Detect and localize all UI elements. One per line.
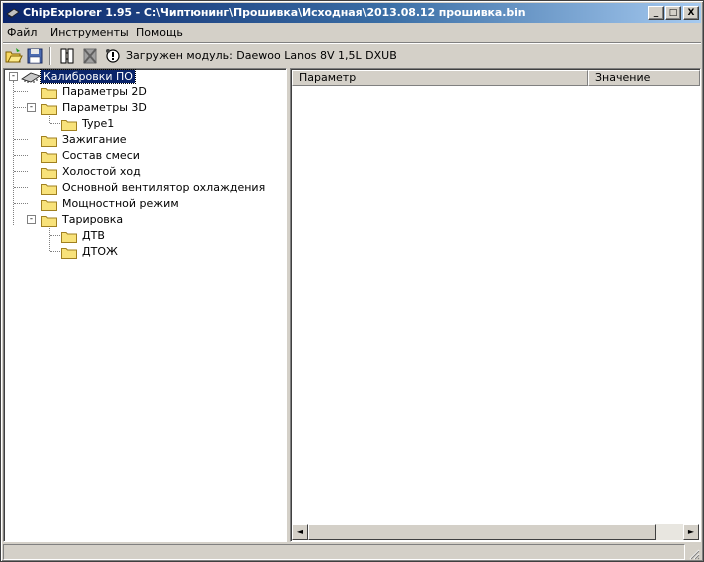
maximize-icon: □ (668, 8, 678, 18)
folder-icon (41, 200, 57, 211)
folder-icon (41, 168, 57, 179)
toolbar-separator (49, 47, 51, 65)
tree-label: Параметры 2D (62, 85, 147, 98)
minus-icon: - (28, 214, 35, 224)
chip-icon (21, 72, 41, 83)
chip-disabled-icon (83, 48, 97, 64)
folder-icon (41, 152, 57, 163)
module-status-text: Загружен модуль: Daewoo Lanos 8V 1,5L DX… (126, 49, 397, 62)
chip-disabled-button[interactable] (80, 46, 100, 66)
folder-icon (41, 216, 57, 227)
collapse-toggle[interactable]: - (27, 103, 36, 112)
tree-root-node[interactable]: - Калибровки ПО (4, 69, 284, 85)
info-icon (106, 49, 120, 63)
folder-icon (61, 248, 77, 259)
tree-label: Зажигание (62, 133, 127, 146)
horizontal-scrollbar[interactable]: ◄ ► (292, 524, 699, 540)
close-button[interactable]: X (683, 6, 699, 20)
collapse-toggle[interactable]: - (9, 72, 18, 81)
menu-help[interactable]: Помощь (136, 26, 183, 39)
title-bar[interactable]: ChipExplorer 1.95 - C:\Чиптюнинг\Прошивк… (3, 3, 701, 23)
tree-item[interactable]: ДТОЖ (4, 244, 284, 260)
minimize-button[interactable]: _ (648, 6, 664, 20)
menu-tools[interactable]: Инструменты (50, 26, 129, 39)
chip-app-icon (6, 8, 20, 21)
menu-bar: Файл Инструменты Помощь (3, 23, 701, 42)
folder-icon (41, 104, 57, 115)
save-button[interactable] (25, 46, 45, 66)
window-title: ChipExplorer 1.95 - C:\Чиптюнинг\Прошивк… (23, 6, 526, 19)
scroll-right-button[interactable]: ► (683, 524, 699, 540)
save-disk-icon (27, 48, 43, 64)
folder-icon (41, 88, 57, 99)
tree-label: Калибровки ПО (40, 69, 136, 84)
tree-label: Основной вентилятор охлаждения (62, 181, 266, 194)
close-icon: X (687, 8, 695, 18)
arrow-left-icon: ◄ (296, 527, 304, 536)
tree-item[interactable]: Параметры 2D (4, 84, 284, 100)
menu-file[interactable]: Файл (7, 26, 37, 39)
tree-item[interactable]: Состав смеси (4, 148, 284, 164)
scroll-left-button[interactable]: ◄ (292, 524, 308, 540)
chip-button[interactable] (57, 46, 77, 66)
minus-icon: - (10, 71, 17, 81)
parameter-grid[interactable]: Параметр Значение ◄ ► (290, 68, 701, 542)
tree-label: Type1 (82, 117, 115, 130)
tree-item[interactable]: ДТВ (4, 228, 284, 244)
column-header-value[interactable]: Значение (588, 70, 700, 86)
arrow-right-icon: ► (687, 527, 695, 536)
tree-item[interactable]: Основной вентилятор охлаждения (4, 180, 284, 196)
open-folder-icon (5, 48, 23, 63)
folder-icon (41, 136, 57, 147)
info-button[interactable] (103, 46, 123, 66)
main-window: ChipExplorer 1.95 - C:\Чиптюнинг\Прошивк… (0, 0, 704, 562)
resize-grip-icon[interactable] (688, 548, 700, 560)
open-button[interactable] (4, 46, 24, 66)
tree-item[interactable]: Холостой ход (4, 164, 284, 180)
status-panel (3, 544, 685, 560)
minus-icon: - (28, 102, 35, 112)
tree-label: Тарировка (62, 213, 124, 226)
tree-label: Холостой ход (62, 165, 141, 178)
calibration-tree[interactable]: - Калибровки ПО Параметры 2D - Параметры… (3, 68, 287, 542)
tree-item[interactable]: Зажигание (4, 132, 284, 148)
tree-item[interactable]: Type1 (4, 116, 284, 132)
tree-label: Мощностной режим (62, 197, 179, 210)
folder-icon (61, 232, 77, 243)
tree-label: ДТВ (82, 229, 105, 242)
tree-label: Параметры 3D (62, 101, 147, 114)
collapse-toggle[interactable]: - (27, 215, 36, 224)
folder-icon (41, 184, 57, 195)
chip-icon (60, 48, 74, 64)
status-bar (3, 544, 701, 561)
toolbar: Загружен модуль: Daewoo Lanos 8V 1,5L DX… (3, 44, 701, 68)
maximize-button[interactable]: □ (665, 6, 681, 20)
tree-label: Состав смеси (62, 149, 140, 162)
tree-label: ДТОЖ (82, 245, 118, 258)
tree-item[interactable]: - Тарировка (4, 212, 284, 228)
column-header-parameter[interactable]: Параметр (292, 70, 588, 86)
minimize-icon: _ (653, 8, 659, 18)
folder-icon (61, 120, 77, 131)
scroll-thumb[interactable] (308, 524, 656, 540)
tree-item[interactable]: Мощностной режим (4, 196, 284, 212)
tree-item[interactable]: - Параметры 3D (4, 100, 284, 116)
